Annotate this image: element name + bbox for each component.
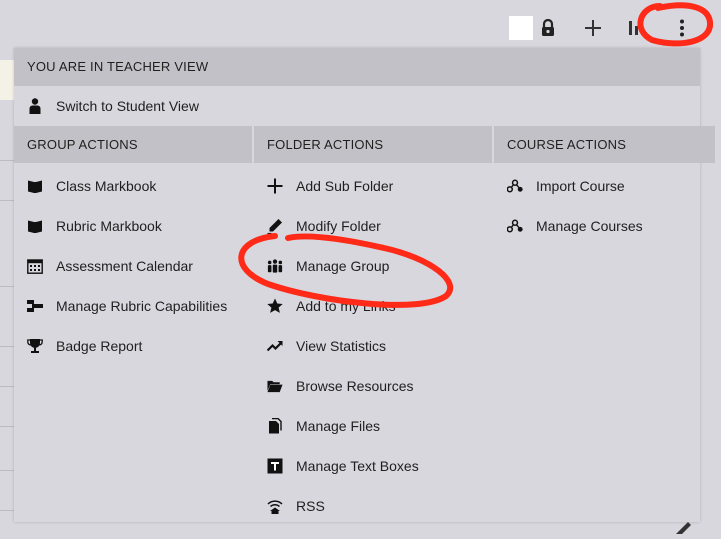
folder-open-icon <box>267 378 283 394</box>
rss-icon <box>267 498 283 514</box>
item-label: Manage Files <box>296 418 381 434</box>
manage-group-item[interactable]: Manage Group <box>254 246 492 286</box>
item-label: View Statistics <box>296 338 386 354</box>
trend-icon <box>267 338 283 354</box>
course-actions-column: COURSE ACTIONS Import Course Manage Cour… <box>494 126 715 522</box>
item-label: Add Sub Folder <box>296 178 394 194</box>
book-icon <box>27 218 43 234</box>
switch-to-student-view[interactable]: Switch to Student View <box>14 86 700 126</box>
switch-student-label: Switch to Student View <box>56 98 199 114</box>
manage-files-item[interactable]: Manage Files <box>254 406 492 446</box>
assessment-calendar-item[interactable]: Assessment Calendar <box>14 246 252 286</box>
item-label: Add to my Links <box>296 298 396 314</box>
lock-icon[interactable] <box>534 14 562 42</box>
item-label: Assessment Calendar <box>56 258 193 274</box>
rss-item[interactable]: RSS <box>254 486 492 526</box>
text-box-icon <box>267 458 283 474</box>
item-label: Modify Folder <box>296 218 381 234</box>
kebab-menu-icon[interactable] <box>668 14 696 42</box>
manage-courses-item[interactable]: Manage Courses <box>494 206 700 246</box>
item-label: Rubric Markbook <box>56 218 162 234</box>
item-label: Manage Group <box>296 258 390 274</box>
rubric-markbook-item[interactable]: Rubric Markbook <box>14 206 252 246</box>
files-icon <box>267 418 283 434</box>
item-label: Import Course <box>536 178 625 194</box>
item-label: Manage Courses <box>536 218 643 234</box>
modify-folder-item[interactable]: Modify Folder <box>254 206 492 246</box>
folder-actions-header: FOLDER ACTIONS <box>254 126 492 163</box>
item-label: Manage Rubric Capabilities <box>56 298 228 314</box>
calendar-icon <box>27 258 43 274</box>
course-icon <box>507 218 523 234</box>
group-icon <box>267 258 283 274</box>
item-label: Class Markbook <box>56 178 157 194</box>
item-label: Badge Report <box>56 338 143 354</box>
item-label: RSS <box>296 498 325 514</box>
import-course-item[interactable]: Import Course <box>494 166 700 206</box>
book-icon <box>27 178 43 194</box>
browse-resources-item[interactable]: Browse Resources <box>254 366 492 406</box>
manage-rubric-capabilities-item[interactable]: Manage Rubric Capabilities <box>14 286 252 326</box>
badge-report-item[interactable]: Badge Report <box>14 326 252 366</box>
course-actions-header: COURSE ACTIONS <box>494 126 715 163</box>
capabilities-icon <box>27 298 43 314</box>
group-actions-header: GROUP ACTIONS <box>14 126 252 163</box>
course-icon <box>507 178 523 194</box>
pencil-icon <box>674 520 694 539</box>
item-label: Browse Resources <box>296 378 414 394</box>
plus-icon <box>267 178 283 194</box>
pencil-icon <box>267 218 283 234</box>
settings-icon[interactable] <box>622 14 650 42</box>
group-actions-column: GROUP ACTIONS Class Markbook Rubric Mark… <box>14 126 252 522</box>
item-label: Manage Text Boxes <box>296 458 419 474</box>
star-icon <box>267 298 283 314</box>
folder-actions-column: FOLDER ACTIONS Add Sub Folder Modify Fol… <box>254 126 492 522</box>
background-page-lines <box>0 60 14 534</box>
class-markbook-item[interactable]: Class Markbook <box>14 166 252 206</box>
color-swatch[interactable] <box>509 16 533 40</box>
add-sub-folder-item[interactable]: Add Sub Folder <box>254 166 492 206</box>
manage-text-boxes-item[interactable]: Manage Text Boxes <box>254 446 492 486</box>
teacher-view-header: YOU ARE IN TEACHER VIEW <box>14 48 700 86</box>
trophy-icon <box>27 338 43 354</box>
plus-icon[interactable] <box>579 14 607 42</box>
person-icon <box>27 98 43 114</box>
teacher-actions-menu: YOU ARE IN TEACHER VIEW Switch to Studen… <box>14 48 715 522</box>
add-to-my-links-item[interactable]: Add to my Links <box>254 286 492 326</box>
view-statistics-item[interactable]: View Statistics <box>254 326 492 366</box>
top-toolbar <box>0 0 721 50</box>
